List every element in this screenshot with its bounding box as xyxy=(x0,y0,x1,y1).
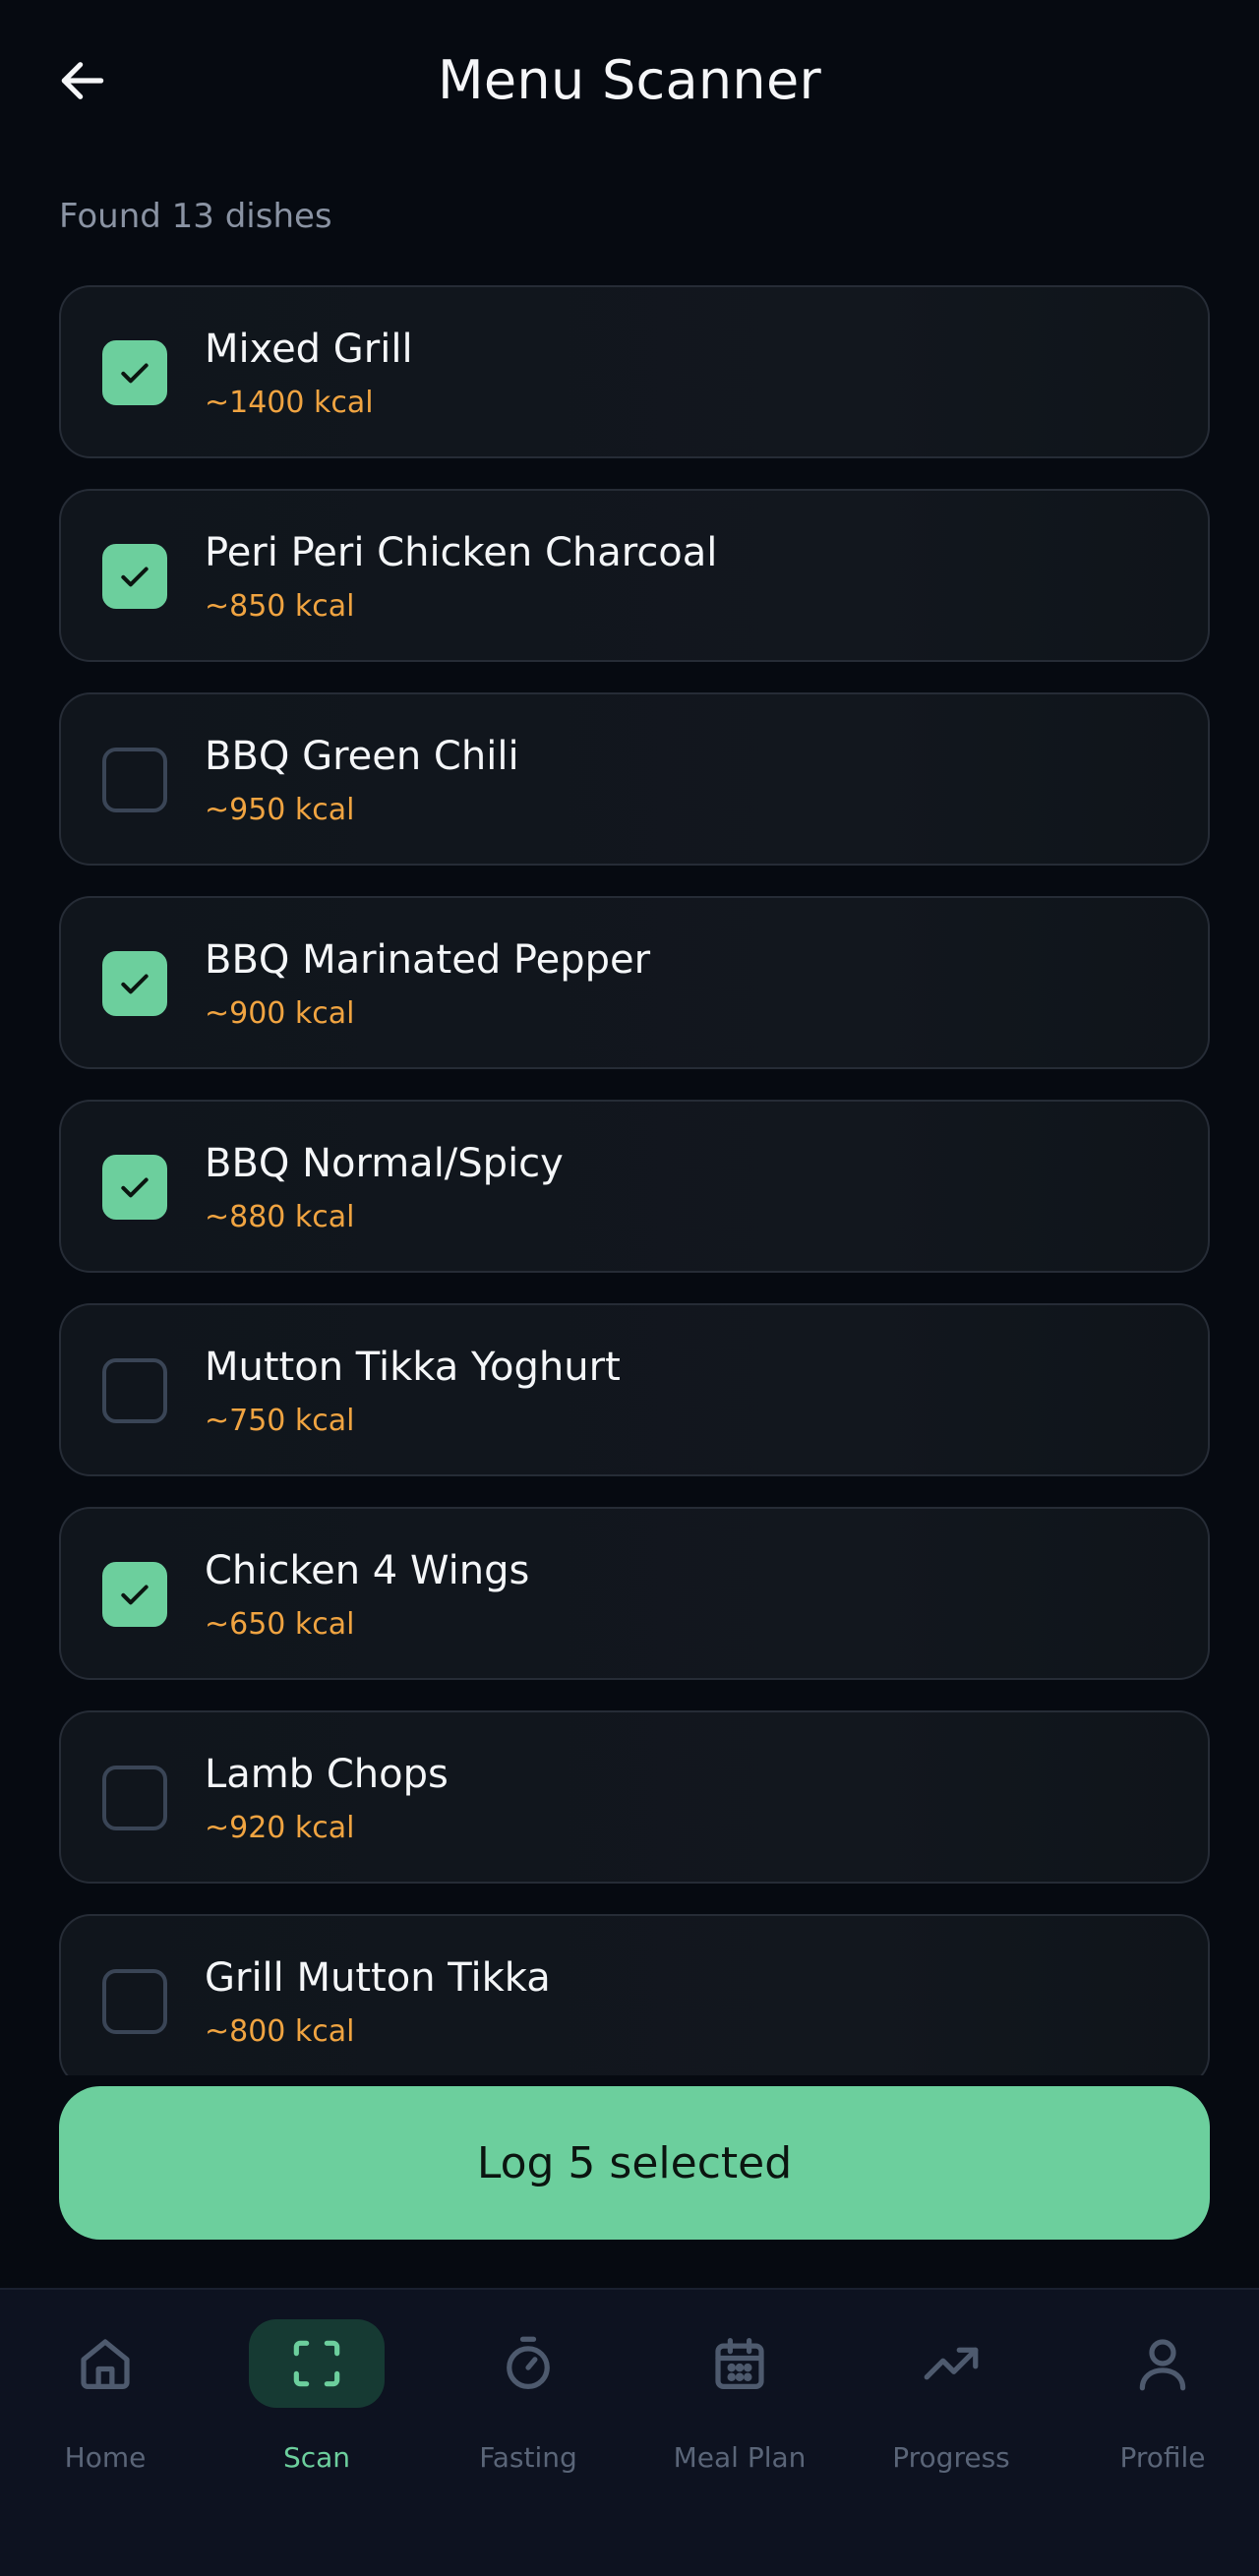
home-icon xyxy=(81,2339,130,2389)
check-icon xyxy=(121,1585,149,1605)
check-icon xyxy=(121,1177,149,1198)
dish-checkbox[interactable] xyxy=(102,951,167,1016)
dish-card[interactable]: BBQ Normal/Spicy ~880 kcal xyxy=(59,1100,1210,1273)
dish-kcal: ~920 kcal xyxy=(205,1811,355,1845)
check-icon xyxy=(121,363,149,384)
nav-label: Meal Plan xyxy=(673,2441,807,2474)
dish-kcal: ~750 kcal xyxy=(205,1404,355,1438)
dish-checkbox[interactable] xyxy=(102,1766,167,1830)
dish-checkbox[interactable] xyxy=(102,1155,167,1220)
dish-card[interactable]: BBQ Green Chili ~950 kcal xyxy=(59,692,1210,866)
nav-item-home[interactable]: Home xyxy=(7,2319,204,2477)
dish-list[interactable]: Mixed Grill ~1400 kcal Peri Peri Chicken… xyxy=(59,285,1210,2075)
dish-card[interactable]: Grill Mutton Tikka ~800 kcal xyxy=(59,1914,1210,2075)
dish-name: BBQ Marinated Pepper xyxy=(205,937,651,983)
dish-kcal: ~1400 kcal xyxy=(205,386,374,420)
dish-name: BBQ Normal/Spicy xyxy=(205,1141,564,1186)
dish-checkbox[interactable] xyxy=(102,1969,167,2034)
dish-name: Mutton Tikka Yoghurt xyxy=(205,1345,621,1390)
dish-name: Peri Peri Chicken Charcoal xyxy=(205,530,718,575)
header: Menu Scanner xyxy=(0,0,1259,167)
timer-icon xyxy=(507,2336,550,2389)
dish-card[interactable]: BBQ Marinated Pepper ~900 kcal xyxy=(59,896,1210,1069)
dish-checkbox[interactable] xyxy=(102,1358,167,1423)
found-count-text: Found 13 dishes xyxy=(59,197,332,236)
dish-card[interactable]: Mixed Grill ~1400 kcal xyxy=(59,285,1210,458)
trending-up-icon xyxy=(924,2347,979,2380)
check-icon xyxy=(121,567,149,587)
scan-icon xyxy=(293,2340,340,2387)
dish-kcal: ~800 kcal xyxy=(205,2014,355,2049)
dish-name: Grill Mutton Tikka xyxy=(205,1955,551,2001)
dish-checkbox[interactable] xyxy=(102,340,167,405)
user-icon xyxy=(1139,2339,1186,2391)
nav-item-scan[interactable]: Scan xyxy=(218,2319,415,2477)
log-selected-button[interactable]: Log 5 selected xyxy=(59,2086,1210,2240)
check-icon xyxy=(121,974,149,994)
dish-checkbox[interactable] xyxy=(102,1562,167,1627)
dish-name: Mixed Grill xyxy=(205,327,413,372)
dish-kcal: ~900 kcal xyxy=(205,996,355,1031)
nav-label: Home xyxy=(64,2441,147,2474)
page-title: Menu Scanner xyxy=(438,49,821,111)
bottom-nav: Home Scan Fasting Meal Plan Progress Pro… xyxy=(0,2288,1259,2576)
dish-card[interactable]: Peri Peri Chicken Charcoal ~850 kcal xyxy=(59,489,1210,662)
dish-kcal: ~850 kcal xyxy=(205,589,355,624)
dish-card[interactable]: Lamb Chops ~920 kcal xyxy=(59,1710,1210,1884)
menu-scanner-screen: Menu Scanner Found 13 dishes Mixed Grill… xyxy=(0,0,1259,2576)
dish-checkbox[interactable] xyxy=(102,748,167,812)
nav-label: Scan xyxy=(282,2441,351,2474)
dish-name: Chicken 4 Wings xyxy=(205,1548,530,1593)
nav-label: Progress xyxy=(892,2441,1010,2474)
nav-label: Profile xyxy=(1119,2441,1206,2474)
dish-kcal: ~880 kcal xyxy=(205,1200,355,1234)
dish-card[interactable]: Chicken 4 Wings ~650 kcal xyxy=(59,1507,1210,1680)
nav-item-fasting[interactable]: Fasting xyxy=(430,2319,627,2477)
dish-card[interactable]: Mutton Tikka Yoghurt ~750 kcal xyxy=(59,1303,1210,1476)
calendar-icon xyxy=(715,2338,764,2389)
dish-kcal: ~650 kcal xyxy=(205,1607,355,1642)
nav-item-progress[interactable]: Progress xyxy=(853,2319,1049,2477)
nav-item-meal-plan[interactable]: Meal Plan xyxy=(641,2319,838,2477)
dish-name: Lamb Chops xyxy=(205,1752,449,1797)
dish-checkbox[interactable] xyxy=(102,544,167,609)
nav-item-profile[interactable]: Profile xyxy=(1064,2319,1259,2477)
dish-name: BBQ Green Chili xyxy=(205,734,519,779)
dish-kcal: ~950 kcal xyxy=(205,793,355,827)
nav-label: Fasting xyxy=(479,2441,577,2474)
